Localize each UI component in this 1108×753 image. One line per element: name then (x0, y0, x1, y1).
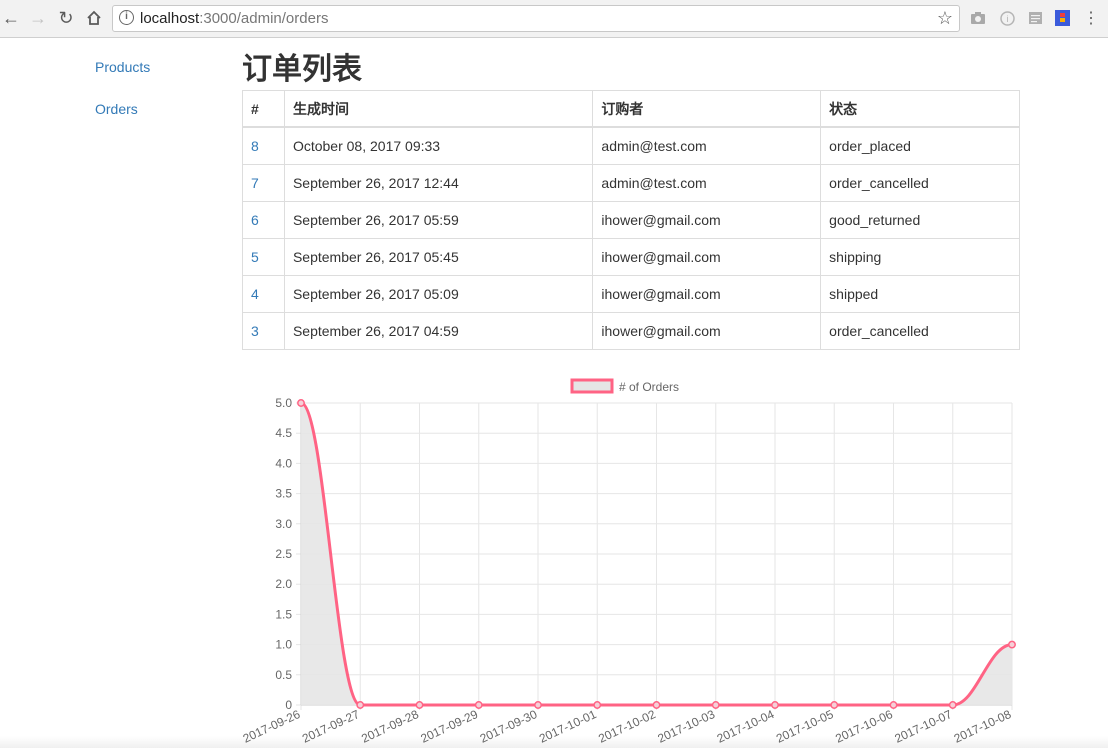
orders-table: # 生成时间 订购者 状态 8 October 08, 2017 09:33 a… (242, 90, 1020, 350)
order-buyer-cell: admin@test.com (592, 164, 822, 202)
svg-text:i: i (1006, 14, 1008, 24)
order-link[interactable]: 4 (251, 286, 259, 302)
legend-swatch (570, 378, 614, 394)
browser-toolbar: ← → ↻ i localhost:3000/admin/orders ☆ i … (0, 0, 1108, 38)
y-tick-label: 5.0 (275, 396, 292, 410)
order-buyer-cell: ihower@gmail.com (592, 238, 822, 276)
order-id-cell: 8 (242, 126, 285, 165)
column-header-created: 生成时间 (283, 90, 594, 128)
order-created-cell: October 08, 2017 09:33 (283, 126, 594, 165)
order-created-cell: September 26, 2017 05:59 (283, 201, 594, 239)
y-tick-label: 3.0 (275, 517, 292, 531)
url-path: :3000/admin/orders (199, 10, 329, 27)
y-tick-label: 1.5 (275, 607, 292, 621)
y-tick-label: 0.5 (275, 668, 292, 682)
data-point (474, 701, 483, 709)
order-link[interactable]: 7 (251, 175, 259, 191)
order-status-cell: order_cancelled (820, 164, 1020, 202)
order-status-cell: good_returned (820, 201, 1020, 239)
order-buyer-cell: admin@test.com (592, 126, 822, 165)
page-title: 订单列表 (242, 53, 362, 86)
orders-chart: 0 0.5 1.0 1.5 2.0 2.5 3.0 3.5 4.0 4.5 5.0 2017-09-2… (240, 375, 1030, 753)
back-icon[interactable]: ← (0, 7, 22, 29)
data-point (948, 701, 957, 709)
address-bar[interactable]: i localhost:3000/admin/orders ☆ (112, 5, 960, 32)
data-point (415, 701, 424, 709)
data-point (711, 701, 720, 709)
y-tick-label: 3.5 (275, 487, 292, 501)
orders-line-chart: 00.51.01.52.02.53.03.54.04.55.02017-09-2… (241, 378, 1016, 746)
order-created-cell: September 26, 2017 05:45 (283, 238, 594, 276)
order-id-cell: 3 (242, 312, 285, 350)
y-tick-label: 2.5 (275, 547, 292, 561)
home-icon[interactable] (83, 7, 105, 29)
camera-icon[interactable] (970, 10, 986, 26)
order-id-cell: 6 (242, 201, 285, 239)
table-header-row: # 生成时间 订购者 状态 (242, 90, 1020, 128)
sidebar-item-orders[interactable]: Orders (95, 101, 138, 117)
order-status-cell: shipping (820, 238, 1020, 276)
info-icon[interactable]: i (119, 10, 134, 25)
forward-icon[interactable]: → (27, 7, 49, 29)
table-row: 6 September 26, 2017 05:59 ihower@gmail.… (242, 201, 1020, 239)
page-bottom-shadow (0, 736, 1108, 748)
order-status-cell: order_placed (820, 126, 1020, 165)
menu-icon[interactable]: ⋮ (1080, 7, 1102, 29)
order-buyer-cell: ihower@gmail.com (592, 201, 822, 239)
data-point (652, 701, 661, 709)
url-text: localhost:3000/admin/orders (140, 10, 328, 27)
data-point (356, 701, 365, 709)
order-created-cell: September 26, 2017 12:44 (283, 164, 594, 202)
y-tick-label: 4.5 (275, 426, 292, 440)
table-row: 3 September 26, 2017 04:59 ihower@gmail.… (242, 312, 1020, 350)
order-id-cell: 5 (242, 238, 285, 276)
order-link[interactable]: 3 (251, 323, 259, 339)
order-created-cell: September 26, 2017 05:09 (283, 275, 594, 313)
star-icon[interactable]: ☆ (937, 8, 953, 29)
column-header-buyer: 订购者 (592, 90, 822, 128)
order-id-cell: 4 (242, 275, 285, 313)
order-status-cell: shipped (820, 275, 1020, 313)
order-created-cell: September 26, 2017 04:59 (283, 312, 594, 350)
column-header-id: # (242, 90, 285, 128)
order-id-cell: 7 (242, 164, 285, 202)
data-point (534, 701, 542, 709)
sidebar-item-products[interactable]: Products (95, 59, 150, 75)
y-tick-label: 1.0 (275, 638, 292, 652)
data-point (830, 701, 839, 709)
table-row: 5 September 26, 2017 05:45 ihower@gmail.… (242, 238, 1020, 276)
table-row: 7 September 26, 2017 12:44 admin@test.co… (242, 164, 1020, 202)
data-point (593, 701, 602, 709)
y-tick-label: 4.0 (275, 456, 292, 470)
table-row: 8 October 08, 2017 09:33 admin@test.com … (242, 126, 1020, 165)
order-link[interactable]: 5 (251, 249, 259, 265)
column-header-status: 状态 (820, 90, 1020, 128)
order-buyer-cell: ihower@gmail.com (592, 312, 822, 350)
data-point (1008, 640, 1016, 649)
order-link[interactable]: 6 (251, 212, 259, 228)
reload-icon[interactable]: ↻ (55, 7, 77, 29)
extension-icon[interactable]: i (999, 10, 1015, 26)
y-tick-label: 2.0 (275, 577, 292, 591)
data-point (297, 399, 305, 407)
data-point (771, 701, 779, 709)
url-host: localhost (140, 10, 200, 27)
reader-icon[interactable] (1027, 10, 1043, 26)
table-row: 4 September 26, 2017 05:09 ihower@gmail.… (242, 275, 1020, 313)
extension-colored-icon[interactable] (1054, 10, 1070, 26)
order-buyer-cell: ihower@gmail.com (592, 275, 822, 313)
order-link[interactable]: 8 (251, 138, 259, 154)
order-status-cell: order_cancelled (820, 312, 1020, 350)
data-point (889, 701, 898, 709)
legend-label: # of Orders (619, 380, 679, 394)
